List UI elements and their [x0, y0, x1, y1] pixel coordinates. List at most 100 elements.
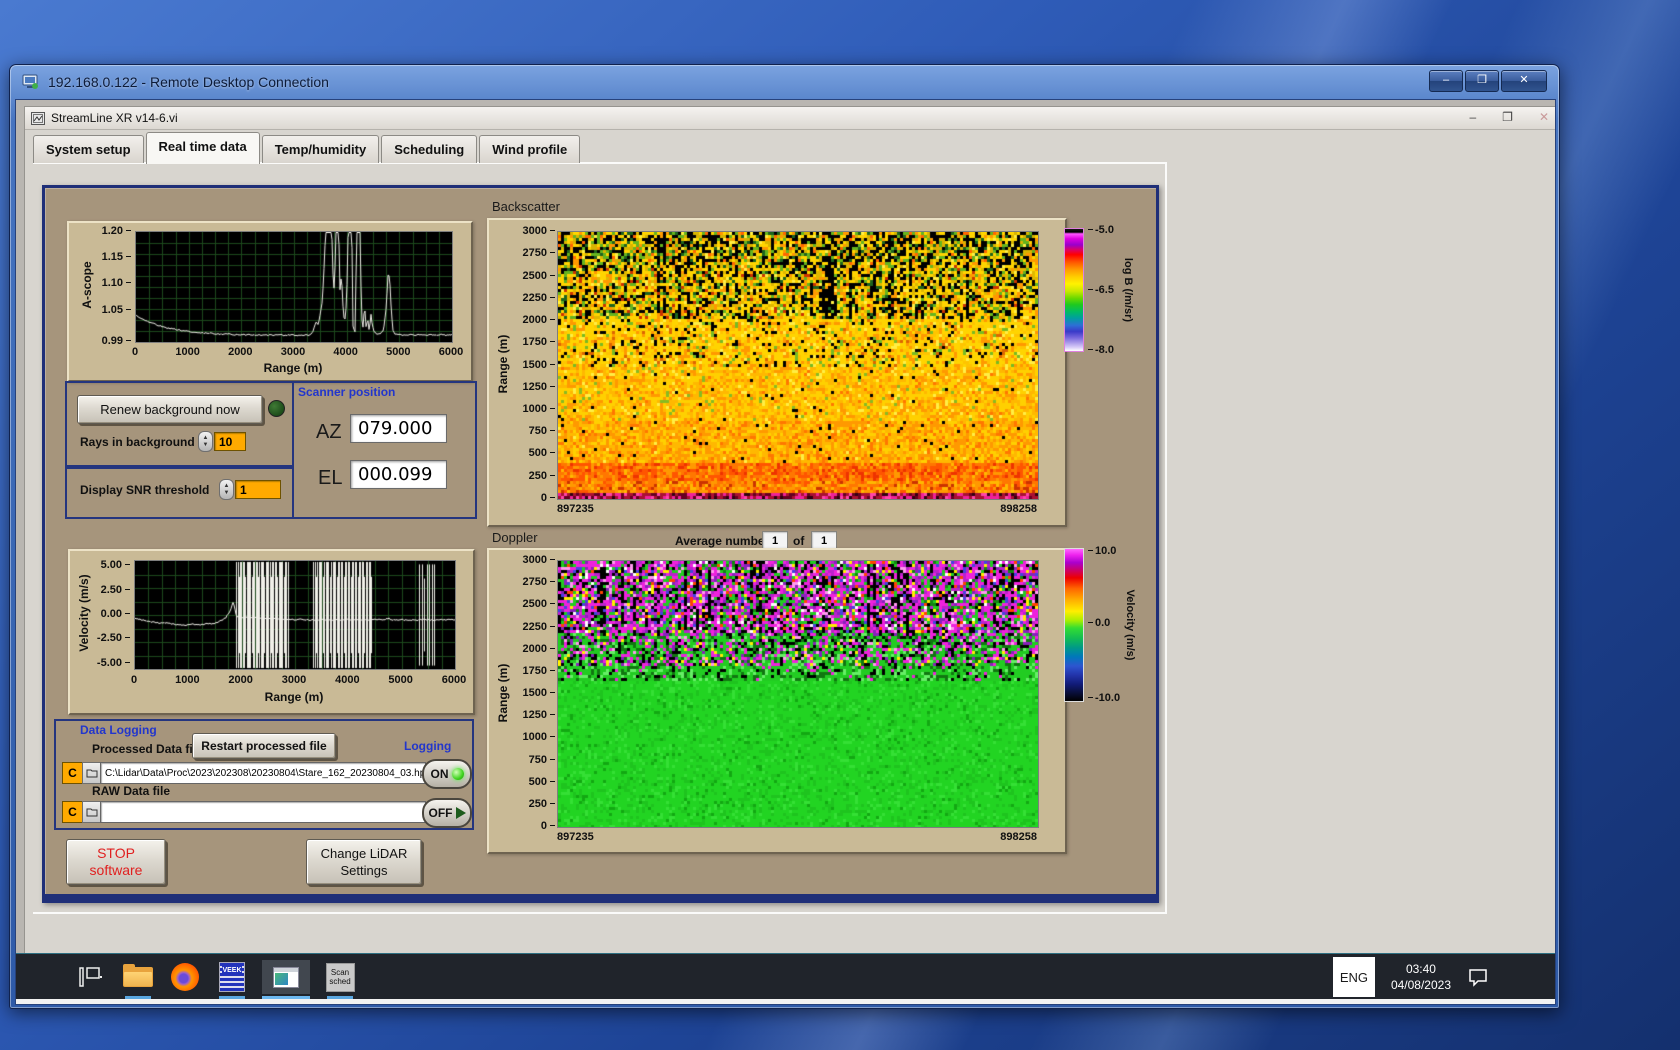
rdp-titlebar[interactable]: 192.168.0.122 - Remote Desktop Connectio…: [10, 65, 1559, 99]
ascope-x-axis-ticks: 0 1000 2000 3000 4000 5000 6000: [132, 346, 463, 359]
app-window-title: StreamLine XR v14-6.vi: [51, 111, 178, 125]
close-icon: ✕: [1519, 74, 1529, 86]
notification-center-icon[interactable]: [1467, 967, 1489, 987]
folder-icon: [86, 808, 97, 817]
logging-on-led: [451, 768, 464, 780]
snr-spinner[interactable]: ▲ ▼: [219, 479, 234, 500]
tab-temp-humidity[interactable]: Temp/humidity: [261, 135, 380, 163]
backscatter-title: Backscatter: [492, 199, 560, 214]
y-axis-tick: 2500: [523, 598, 555, 610]
raw-logging-toggle[interactable]: OFF: [422, 798, 472, 828]
taskbar: VEEK Scan sched ENG 03:40 04/08/2023: [16, 953, 1555, 1000]
stop-software-button[interactable]: STOP software: [66, 839, 166, 885]
file-explorer-icon[interactable]: [121, 960, 155, 999]
x-axis-tick: 0: [130, 674, 138, 686]
close-button[interactable]: ✕: [1501, 70, 1547, 92]
y-axis-tick: 250: [529, 470, 555, 482]
y-axis-tick: 2.50: [101, 584, 130, 596]
el-label: EL: [318, 467, 343, 489]
rays-spinner[interactable]: ▲ ▼: [198, 431, 213, 452]
app-window-controls: – ❐ ✕: [1469, 110, 1549, 124]
raw-data-file-label: RAW Data file: [92, 784, 171, 798]
y-axis-tick: 1250: [523, 709, 555, 721]
scanner-position-box: Scanner position AZ 079.000 EL 000.099: [292, 381, 477, 519]
doppler-graph: Range (m) 3000 2750 2500 2250 2000 1750 1500 12…: [487, 548, 1067, 854]
change-line1: Change LiDAR: [320, 846, 408, 861]
x-axis-tick: 1000: [175, 346, 200, 358]
velocity-y-axis-ticks: 5.00 2.50 0.00 -2.50 -5.00: [70, 559, 130, 668]
colorbar-tick: -6.5: [1088, 284, 1114, 296]
y-axis-tick: 1250: [523, 381, 555, 393]
az-value: 079.000: [358, 418, 433, 439]
y-axis-tick: 2000: [523, 643, 555, 655]
y-axis-tick: 3000: [523, 554, 555, 566]
scan-scheduler-icon[interactable]: Scan sched: [323, 960, 357, 999]
doppler-colorbar: 10.0 0.0 -10.0 Velocity (m/s): [1064, 545, 1156, 704]
stop-line2: software: [89, 862, 143, 878]
raw-browse-button[interactable]: [82, 801, 101, 823]
main-panel: A-scope 1.20 1.15 1.10 1.05 0.99 0 1000 2000 30…: [42, 185, 1159, 903]
task-view-icon[interactable]: [74, 960, 108, 994]
on-label: ON: [430, 767, 449, 781]
tab-strip: System setup Real time data Temp/humidit…: [33, 131, 581, 164]
raw-path-field[interactable]: [100, 801, 426, 823]
clock-date: 04/08/2023: [1390, 978, 1451, 992]
y-axis-tick: 2000: [523, 314, 555, 326]
tab-scheduling[interactable]: Scheduling: [381, 135, 478, 163]
tab-real-time-data[interactable]: Real time data: [145, 132, 260, 164]
y-axis-tick: 1.15: [102, 251, 131, 263]
streamline-app-icon[interactable]: [262, 960, 310, 999]
snr-threshold-label: Display SNR threshold: [80, 483, 210, 497]
y-axis-tick: 1000: [523, 403, 555, 415]
tab-system-setup[interactable]: System setup: [33, 135, 144, 163]
y-axis-tick: 1000: [523, 731, 555, 743]
processed-drive-selector[interactable]: C: [62, 762, 83, 784]
language-indicator[interactable]: ENG: [1332, 957, 1375, 997]
ascope-x-axis-title: Range (m): [263, 361, 323, 375]
scan-icon-line2: sched: [329, 977, 351, 986]
snr-value: 1: [240, 482, 247, 497]
rays-value-field[interactable]: 10: [214, 432, 246, 451]
ascope-graph: A-scope 1.20 1.15 1.10 1.05 0.99 0 1000 2000 30…: [67, 221, 473, 382]
restart-processed-file-button[interactable]: Restart processed file: [192, 733, 336, 759]
y-axis-tick: 500: [529, 776, 555, 788]
firefox-icon[interactable]: [168, 960, 202, 994]
scanner-position-title: Scanner position: [298, 385, 396, 399]
processed-path-field[interactable]: C:\Lidar\Data\Proc\2023\202308\20230804\…: [100, 762, 426, 784]
processed-logging-toggle[interactable]: ON: [422, 759, 472, 789]
taskbar-clock[interactable]: 03:40 04/08/2023: [1391, 961, 1451, 993]
backscatter-graph: Range (m) 3000 2750 2500 2250 2000 1750 1500 12…: [487, 218, 1067, 527]
az-value-field[interactable]: 079.000: [350, 414, 447, 443]
spinner-up-icon: ▲: [223, 482, 230, 489]
of-label: of: [793, 534, 805, 548]
y-axis-tick: 750: [529, 425, 555, 437]
processed-browse-button[interactable]: [82, 762, 101, 784]
backscatter-y-axis-title: Range (m): [496, 334, 510, 394]
maximize-button[interactable]: ❐: [1465, 70, 1499, 92]
el-value-field[interactable]: 000.099: [350, 460, 447, 489]
scan-icon-line1: Scan: [330, 968, 350, 977]
minimize-button[interactable]: –: [1429, 70, 1463, 92]
x-axis-tick: 4000: [333, 346, 358, 358]
veek-app-icon[interactable]: VEEK: [215, 960, 249, 999]
taskbar-bottom-strip: [16, 999, 1555, 1004]
y-axis-tick: 250: [529, 798, 555, 810]
app-close-button[interactable]: ✕: [1539, 110, 1549, 124]
app-minimize-button[interactable]: –: [1469, 110, 1476, 124]
minimize-icon: –: [1442, 74, 1450, 86]
snr-value-field[interactable]: 1: [235, 480, 281, 499]
raw-drive-selector[interactable]: C: [62, 801, 83, 823]
y-axis-tick: 0: [541, 820, 555, 832]
app-restore-button[interactable]: ❐: [1502, 110, 1513, 124]
logging-off-led: [455, 807, 466, 819]
tab-wind-profile[interactable]: Wind profile: [479, 135, 581, 163]
x-axis-tick: 6000: [441, 674, 467, 686]
app-titlebar[interactable]: StreamLine XR v14-6.vi – ❐ ✕: [25, 107, 1555, 130]
change-lidar-settings-button[interactable]: Change LiDAR Settings: [306, 839, 422, 885]
app-window: StreamLine XR v14-6.vi – ❐ ✕ System setu…: [24, 106, 1555, 1004]
y-axis-tick: 500: [529, 447, 555, 459]
velocity-x-axis-title: Range (m): [264, 690, 324, 704]
x-axis-tick: 3000: [281, 674, 307, 686]
rdp-icon: [22, 74, 38, 89]
renew-background-button[interactable]: Renew background now: [77, 395, 263, 424]
